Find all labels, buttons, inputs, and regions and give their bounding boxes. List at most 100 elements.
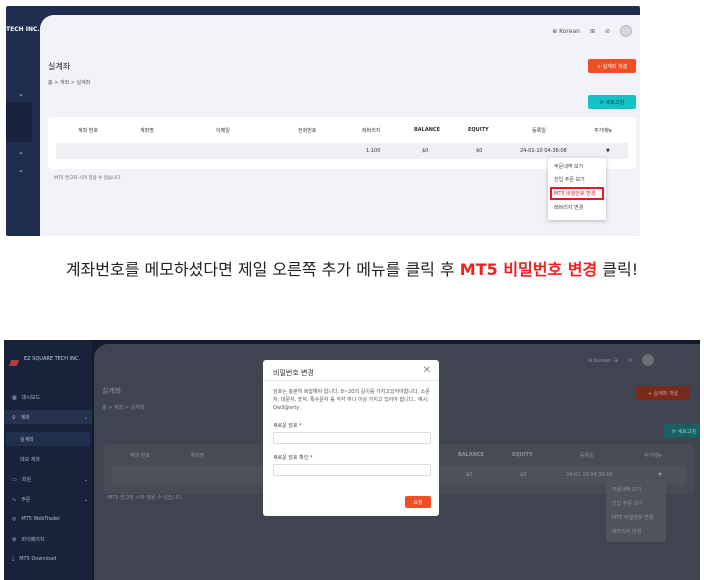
sidebar-item-label: 마이페이지 bbox=[21, 537, 45, 543]
chart-icon: ∿ bbox=[12, 496, 17, 503]
equity-cell: $0 bbox=[476, 148, 483, 154]
sidebar-item-label: 데모 계좌 bbox=[20, 457, 40, 463]
chevron-down-icon: ⌄ bbox=[83, 414, 88, 421]
top-toolbar: ⊕ Korean ⊞ ⊘ bbox=[552, 21, 632, 41]
menu-item-change-mt5-password[interactable]: MT5 비밀번호 변경 bbox=[612, 514, 653, 521]
new-password-input[interactable] bbox=[273, 432, 431, 444]
submit-request-button[interactable]: 요청 bbox=[405, 496, 431, 508]
menu-item-order-history[interactable]: 주문내역 보기 bbox=[612, 486, 641, 493]
table-note: MT5 연고좌 시까 정용 수 있습니다. bbox=[108, 495, 184, 501]
modal-divider bbox=[263, 380, 439, 381]
change-password-modal: 비밀번호 변경 ✕ 암호는 충분히 복잡해야 합니다. 8~20의 길이를 가지… bbox=[263, 360, 439, 516]
confirm-password-input[interactable] bbox=[273, 464, 431, 476]
sidebar-item-dashboard[interactable]: ▦ 대시보드 bbox=[12, 394, 41, 402]
sidebar: EZ SQUARE TECH INC. ▦ 대시보드 ♀ 계좌 ⌄ 실계좌 데모… bbox=[4, 340, 92, 580]
screenshot-password-modal: EZ SQUARE TECH INC. ▦ 대시보드 ♀ 계좌 ⌄ 실계좌 데모… bbox=[4, 340, 700, 580]
instruction-caption: 계좌번호를 메모하셨다면 제일 오른쪽 추가 메뉴를 클릭 후 MT5 비밀번호… bbox=[0, 256, 704, 280]
menu-item-change-leverage[interactable]: 레버리지 변경 bbox=[612, 528, 641, 535]
leverage-cell: 1:100 bbox=[366, 148, 381, 154]
more-menu-dropdown: 주문내역 보기 진입 주문 보기 MT5 비밀번호 변경 레버리지 변경 bbox=[548, 158, 606, 220]
column-header: 이메일 bbox=[216, 128, 230, 134]
refresh-button[interactable]: ⟳ 새로고침 bbox=[664, 424, 700, 438]
open-account-button[interactable]: + 실계좌 개설 bbox=[588, 59, 636, 73]
equity-cell: $0 bbox=[520, 472, 527, 478]
gear-icon: ⚙ bbox=[12, 536, 17, 543]
chevron-down-icon: ⌄ bbox=[83, 496, 88, 503]
help-icon[interactable]: ⊘ bbox=[628, 358, 632, 364]
caption-text: 계좌번호를 메모하셨다면 제일 오른쪽 추가 메뉴를 클릭 후 bbox=[65, 260, 460, 279]
balance-cell: $0 bbox=[466, 472, 473, 478]
column-header: 레버리지 bbox=[362, 128, 381, 134]
breadcrumb: 홈 > 계좌 > 실계좌 bbox=[48, 80, 91, 86]
page-title: 실계좌 bbox=[48, 62, 71, 71]
caption-text-end: 클릭! bbox=[597, 260, 639, 279]
screenshot-account-list: TECH INC. ⌄ ⌄ ⌄ ⊕ Korean ⊞ ⊘ 실계좌 홈 > 계좌 … bbox=[6, 6, 640, 236]
chevron-down-icon: ⌄ bbox=[18, 148, 24, 156]
language-selector[interactable]: ⊕ Korean bbox=[552, 28, 580, 35]
menu-item-entry-orders[interactable]: 진입 주문 보기 bbox=[612, 500, 643, 507]
sidebar-item-label: 계좌 bbox=[20, 415, 30, 421]
column-header: EQUITY bbox=[468, 127, 489, 133]
confirm-password-label: 새로운 암호 확인 * bbox=[273, 455, 313, 461]
sidebar-item-orders[interactable]: ∿ 주문 ⌄ bbox=[12, 496, 88, 504]
brand-name: EZ SQUARE TECH INC. bbox=[24, 356, 80, 362]
refresh-button[interactable]: ⟳ 새로고침 bbox=[588, 95, 636, 109]
registered-cell: 24-01-10 04:36:08 bbox=[520, 148, 567, 154]
page-title: 실계좌 bbox=[102, 387, 122, 395]
avatar[interactable] bbox=[642, 354, 654, 366]
password-rules-text: 암호는 충분히 복잡해야 합니다. 8~20의 길이를 가지고있어야합니다. 소… bbox=[273, 389, 430, 411]
dashboard-icon: ▦ bbox=[12, 394, 17, 401]
grid-icon[interactable]: ⊞ bbox=[614, 358, 618, 364]
avatar[interactable] bbox=[620, 25, 632, 37]
brand-name: TECH INC. bbox=[6, 26, 40, 33]
chevron-down-icon: ⌄ bbox=[83, 476, 88, 483]
more-menu-toggle[interactable]: ▼ bbox=[606, 148, 610, 154]
sidebar-item-real-account[interactable]: 실계좌 bbox=[20, 436, 34, 443]
balance-cell: $0 bbox=[422, 148, 429, 154]
sidebar-active-subitem bbox=[6, 432, 90, 446]
column-header: BALANCE bbox=[458, 452, 485, 458]
sidebar-item-label: 실계좌 bbox=[20, 437, 34, 443]
menu-item-order-history[interactable]: 주문내역 보기 bbox=[554, 163, 583, 170]
column-header: BALANCE bbox=[414, 127, 441, 133]
sidebar-item-label: MT5 Download bbox=[19, 556, 57, 562]
registered-cell: 24-01-10 04:36:08 bbox=[566, 472, 613, 478]
sidebar-item-label: MT5 WebTrader bbox=[21, 516, 61, 522]
breadcrumb: 홈 > 계좌 > 실계좌 bbox=[102, 405, 145, 411]
sidebar-item-account[interactable]: ♀ 계좌 ⌄ bbox=[12, 414, 88, 422]
user-icon: ♀ bbox=[12, 414, 16, 421]
sidebar-item-members[interactable]: ▭ 회원 ⌄ bbox=[12, 476, 88, 484]
column-header: 추가메뉴 bbox=[644, 453, 663, 459]
chevron-down-icon: ⌄ bbox=[18, 166, 24, 174]
help-icon[interactable]: ⊘ bbox=[605, 28, 610, 35]
more-menu-toggle[interactable]: ▼ bbox=[658, 472, 662, 478]
sidebar-item-demo-account[interactable]: 데모 계좌 bbox=[20, 456, 40, 463]
sidebar-item-label: 대시보드 bbox=[21, 395, 41, 401]
chevron-down-icon: ⌄ bbox=[18, 90, 24, 98]
modal-title: 비밀번호 변경 bbox=[273, 369, 314, 377]
column-header: 계좌명 bbox=[140, 128, 154, 134]
sidebar-item-webtrader[interactable]: ◎ MT5 WebTrader bbox=[12, 516, 60, 522]
sidebar-item-download[interactable]: ⤓ MT5 Download bbox=[12, 556, 56, 562]
language-selector[interactable]: ⊕ Korean bbox=[588, 358, 611, 364]
grid-icon[interactable]: ⊞ bbox=[590, 28, 595, 35]
sidebar-item-label: 회원 bbox=[21, 477, 31, 483]
column-header: EQUITY bbox=[512, 452, 533, 458]
tutorial-page: TECH INC. ⌄ ⌄ ⌄ ⊕ Korean ⊞ ⊘ 실계좌 홈 > 계좌 … bbox=[0, 0, 704, 580]
sidebar-active-item[interactable] bbox=[6, 102, 32, 142]
sidebar-item-label: 주문 bbox=[21, 497, 31, 503]
open-account-button[interactable]: + 실계좌 개설 bbox=[636, 386, 690, 400]
menu-item-change-leverage[interactable]: 레버리지 변경 bbox=[554, 204, 583, 211]
menu-item-entry-orders[interactable]: 진입 주문 보기 bbox=[554, 176, 585, 183]
column-header: 추가메뉴 bbox=[594, 128, 613, 134]
column-header: 계좌 번호 bbox=[78, 128, 98, 134]
caption-highlight: MT5 비밀번호 변경 bbox=[459, 260, 598, 279]
card-icon: ▭ bbox=[12, 476, 17, 483]
webtrader-icon: ◎ bbox=[12, 516, 17, 522]
more-menu-dropdown: 주문내역 보기 진입 주문 보기 MT5 비밀번호 변경 레버리지 변경 bbox=[606, 480, 666, 542]
menu-item-change-mt5-password[interactable]: MT5 비밀번호 변경 bbox=[550, 187, 604, 200]
column-header: 등록일 bbox=[580, 453, 594, 459]
sidebar-item-mypage[interactable]: ⚙ 마이페이지 bbox=[12, 536, 45, 544]
column-header: 계좌 번호 bbox=[130, 453, 150, 459]
close-icon[interactable]: ✕ bbox=[423, 365, 431, 376]
